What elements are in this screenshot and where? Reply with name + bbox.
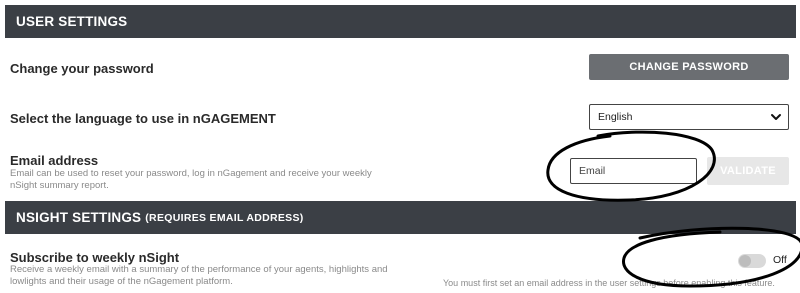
nsight-settings-title: NSIGHT SETTINGS	[16, 210, 142, 225]
language-select[interactable]: English	[589, 104, 789, 130]
toggle-state-label: Off	[773, 254, 787, 266]
nsight-settings-suffix: (REQUIRES EMAIL ADDRESS)	[145, 211, 304, 224]
subscribe-toggle[interactable]	[738, 254, 766, 268]
language-select-value: English	[598, 111, 633, 123]
subscribe-hint: You must first set an email address in t…	[443, 278, 775, 288]
validate-button[interactable]: VALIDATE	[707, 157, 789, 185]
chevron-down-icon	[771, 114, 781, 120]
user-settings-header: USER SETTINGS	[5, 5, 796, 38]
subscribe-label: Subscribe to weekly nSight	[10, 250, 180, 265]
nsight-settings-header: NSIGHT SETTINGS (REQUIRES EMAIL ADDRESS)	[5, 201, 796, 234]
change-password-button[interactable]: CHANGE PASSWORD	[589, 54, 789, 80]
language-label: Select the language to use in nGAGEMENT	[10, 111, 276, 126]
subscribe-description: Receive a weekly email with a summary of…	[10, 264, 388, 287]
toggle-knob	[739, 255, 751, 267]
email-description: Email can be used to reset your password…	[10, 168, 372, 191]
email-label: Email address	[10, 153, 99, 168]
email-field[interactable]	[570, 158, 697, 184]
user-settings-title: USER SETTINGS	[16, 14, 128, 29]
password-label: Change your password	[10, 61, 154, 76]
